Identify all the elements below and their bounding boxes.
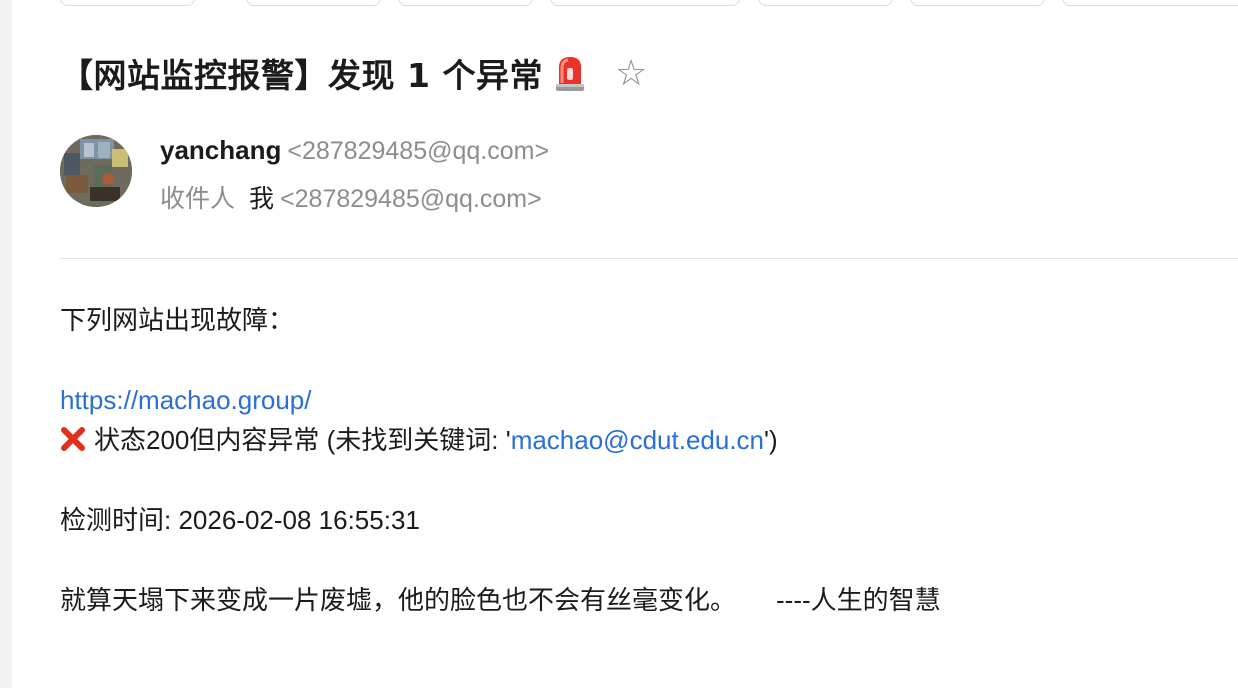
body-intro: 下列网站出现故障： [60, 305, 295, 335]
subject-title: 【网站监控报警】发现 1 个异常 [60, 56, 543, 95]
recipient-label: 收件人 [160, 185, 236, 213]
quote-text: 就算天塌下来变成一片废墟，他的脸色也不会有丝毫变化。 [60, 585, 737, 615]
toolbar-button[interactable] [910, 0, 1045, 6]
check-time: 检测时间: 2026-02-08 16:55:31 [60, 505, 420, 535]
recipient-line: 收件人我 <287829485@qq.com> [160, 181, 542, 217]
toolbar-button[interactable] [398, 0, 533, 6]
email-subject: 【网站监控报警】发现 1 个异常 ☆ [60, 48, 647, 98]
email-body: 下列网站出现故障： https://machao.group/ 状态200但内容… [60, 300, 1230, 620]
toolbar-button[interactable] [1062, 0, 1238, 6]
toolbar-button[interactable] [246, 0, 381, 6]
cross-mark-icon [60, 423, 86, 451]
police-siren-icon [553, 53, 587, 93]
status-text: 状态200但内容异常 (未找到关键词: ' [94, 425, 511, 455]
sender-name[interactable]: yanchang [160, 135, 281, 165]
star-icon[interactable]: ☆ [615, 55, 647, 91]
status-suffix: ') [764, 425, 778, 455]
sender-line: yanchang <287829485@qq.com> [160, 132, 549, 169]
quote-line: 就算天塌下来变成一片废墟，他的脸色也不会有丝毫变化。 ----人生的智慧 [60, 580, 1230, 620]
toolbar-button[interactable] [758, 0, 893, 6]
recipient-name[interactable]: 我 [249, 185, 274, 213]
toolbar-button[interactable] [60, 0, 195, 6]
status-line: 状态200但内容异常 (未找到关键词: 'machao@cdut.edu.cn'… [60, 420, 1230, 460]
window-left-edge [0, 0, 12, 688]
sender-email[interactable]: <287829485@qq.com> [287, 137, 549, 165]
recipient-email[interactable]: <287829485@qq.com> [280, 185, 542, 213]
quote-source: ----人生的智慧 [776, 585, 941, 615]
site-link[interactable]: https://machao.group/ [60, 385, 311, 415]
toolbar-button[interactable] [550, 0, 740, 6]
toolbar [60, 0, 1238, 6]
keyword-email-link[interactable]: machao@cdut.edu.cn [511, 425, 764, 455]
header-divider [60, 258, 1238, 259]
avatar[interactable] [60, 135, 132, 207]
